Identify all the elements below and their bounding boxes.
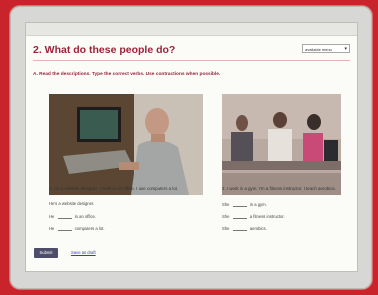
verb-blank-1[interactable]: [57, 213, 72, 219]
verb-blank-2[interactable]: [57, 225, 72, 231]
menu-dropdown[interactable]: available menu ▾: [302, 44, 350, 53]
verb-blank-3[interactable]: [232, 201, 247, 207]
subject-text: She: [222, 226, 230, 231]
example-text: He's a website designer.: [49, 201, 95, 206]
completion-text: aerobics.: [249, 226, 267, 231]
instruction-text: A. Read the descriptions. Type the corre…: [33, 72, 221, 77]
exercise-1-example: He's a website designer.: [49, 201, 94, 206]
dropdown-label: available menu: [305, 47, 332, 52]
completion-text: in an office.: [74, 214, 97, 219]
exercise-2-line-3: She aerobics.: [222, 225, 267, 231]
completion-text: computers a lot.: [74, 226, 105, 231]
exercise-2-prompt: 2. I work in a gym. I'm a fitness instru…: [222, 186, 336, 191]
subject-text: He: [49, 226, 55, 231]
subject-text: He: [49, 214, 55, 219]
office-photo: [49, 94, 203, 195]
completion-text: in a gym.: [249, 202, 267, 207]
title-divider: [33, 60, 350, 61]
page-title: 2. What do these people do?: [33, 44, 176, 56]
verb-blank-5[interactable]: [232, 225, 247, 231]
gym-photo: [222, 94, 341, 195]
exercise-2-line-2: She a fitness instructor.: [222, 213, 285, 219]
subject-text: She: [222, 202, 230, 207]
exercise-1-line-2: He in an office.: [49, 213, 96, 219]
verb-blank-4[interactable]: [232, 213, 247, 219]
save-as-draft-link[interactable]: Save as draft: [71, 250, 96, 255]
browser-topbar: [26, 23, 357, 36]
exercise-1-line-3: He computers a lot.: [49, 225, 105, 231]
exercise-1-prompt: 1. I'm a website designer. I work in an …: [49, 186, 179, 191]
completion-text: a fitness instructor.: [249, 214, 285, 219]
subject-text: She: [222, 214, 230, 219]
exercise-2-line-1: She in a gym.: [222, 201, 267, 207]
chevron-down-icon: ▾: [344, 46, 347, 52]
screen: 2. What do these people do? available me…: [25, 22, 358, 272]
submit-button[interactable]: Submit: [34, 248, 58, 258]
